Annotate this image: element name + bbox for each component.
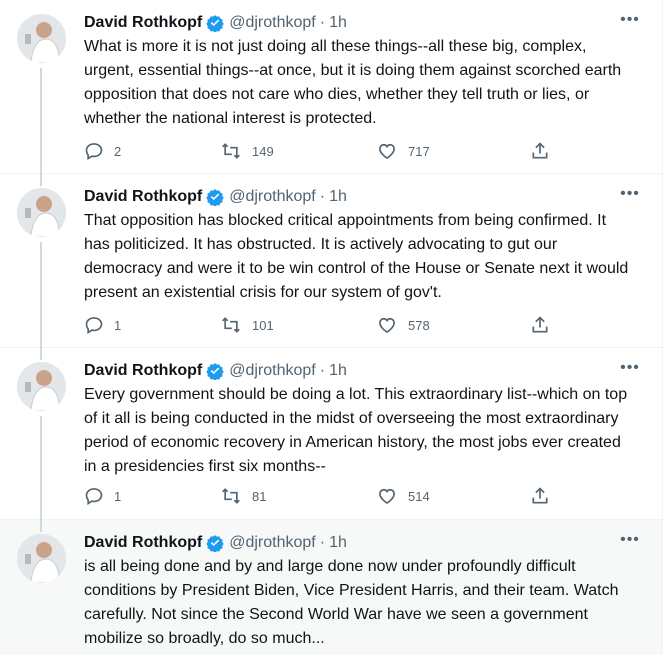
verified-badge-icon xyxy=(206,534,224,553)
author-name[interactable]: David Rothkopf xyxy=(84,188,202,206)
reply-count: 1 xyxy=(114,488,122,504)
like-button[interactable]: 514 xyxy=(376,483,430,509)
retweet-icon xyxy=(220,486,242,506)
timestamp[interactable]: 1h xyxy=(329,534,347,552)
thread-connector xyxy=(40,416,42,520)
reply-button[interactable]: 1 xyxy=(84,483,121,509)
tweet-header: David Rothkopf @djrothkopf · 1h xyxy=(84,186,642,208)
retweet-count: 101 xyxy=(252,317,274,333)
thread-connector xyxy=(40,520,42,532)
separator: · xyxy=(319,534,326,551)
tweet-header: David Rothkopf @djrothkopf · 1h xyxy=(84,532,642,554)
author-name[interactable]: David Rothkopf xyxy=(84,362,202,380)
author-avatar[interactable] xyxy=(17,362,66,411)
author-handle[interactable]: @djrothkopf xyxy=(229,534,316,552)
author-name[interactable]: David Rothkopf xyxy=(84,14,202,32)
thread-connector xyxy=(40,242,42,348)
retweet-icon xyxy=(220,315,242,335)
reply-icon xyxy=(84,141,104,161)
retweet-count: 149 xyxy=(252,143,274,159)
tweet-4[interactable]: David Rothkopf @djrothkopf · 1h ••• is a… xyxy=(0,520,662,655)
reply-icon xyxy=(84,486,104,506)
tweet-actions: 2 149 717 xyxy=(84,138,556,164)
retweet-icon xyxy=(220,141,242,161)
share-icon xyxy=(530,141,550,161)
share-button[interactable] xyxy=(530,483,550,509)
author-name[interactable]: David Rothkopf xyxy=(84,534,202,552)
author-handle[interactable]: @djrothkopf xyxy=(229,362,316,380)
more-options-icon[interactable]: ••• xyxy=(618,360,642,382)
reply-count: 2 xyxy=(114,143,122,159)
retweet-button[interactable]: 101 xyxy=(220,312,274,338)
heart-icon xyxy=(376,486,398,506)
author-avatar[interactable] xyxy=(17,188,66,237)
timestamp[interactable]: 1h xyxy=(329,188,347,206)
thread-connector xyxy=(40,348,42,360)
verified-badge-icon xyxy=(206,188,224,207)
like-count: 578 xyxy=(408,317,430,333)
share-icon xyxy=(530,315,550,335)
reply-button[interactable]: 1 xyxy=(84,312,121,338)
author-handle[interactable]: @djrothkopf xyxy=(229,14,316,32)
tweet-text: What is more it is not just doing all th… xyxy=(84,38,622,127)
tweet-actions: 1 101 578 xyxy=(84,312,556,338)
tweet-header: David Rothkopf @djrothkopf · 1h xyxy=(84,12,642,34)
like-button[interactable]: 578 xyxy=(376,312,430,338)
author-handle[interactable]: @djrothkopf xyxy=(229,188,316,206)
separator: · xyxy=(319,188,326,205)
retweet-count: 81 xyxy=(252,488,267,504)
verified-badge-icon xyxy=(206,14,224,33)
more-options-icon[interactable]: ••• xyxy=(618,186,642,208)
timestamp[interactable]: 1h xyxy=(329,14,347,32)
reply-count: 1 xyxy=(114,317,122,333)
heart-icon xyxy=(376,141,398,161)
thread-connector xyxy=(40,68,42,174)
tweet-text: is all being done and by and large done … xyxy=(84,558,619,647)
more-options-icon[interactable]: ••• xyxy=(618,532,642,554)
reply-button[interactable]: 2 xyxy=(84,138,121,164)
like-count: 717 xyxy=(408,143,430,159)
tweet-2[interactable]: David Rothkopf @djrothkopf · 1h ••• That… xyxy=(0,174,662,348)
tweet-3[interactable]: David Rothkopf @djrothkopf · 1h ••• Ever… xyxy=(0,348,662,520)
share-button[interactable] xyxy=(530,138,550,164)
verified-badge-icon xyxy=(206,362,224,381)
tweet-text: Every government should be doing a lot. … xyxy=(84,386,628,475)
share-icon xyxy=(530,486,550,506)
separator: · xyxy=(319,14,326,31)
more-options-icon[interactable]: ••• xyxy=(618,12,642,34)
retweet-button[interactable]: 149 xyxy=(220,138,274,164)
thread-connector xyxy=(40,174,42,186)
tweet-actions: 1 81 514 xyxy=(84,483,556,509)
tweet-1[interactable]: David Rothkopf @djrothkopf · 1h ••• What… xyxy=(0,0,662,174)
tweet-header: David Rothkopf @djrothkopf · 1h xyxy=(84,360,642,382)
tweet-thread: David Rothkopf @djrothkopf · 1h ••• What… xyxy=(0,0,663,655)
like-button[interactable]: 717 xyxy=(376,138,430,164)
author-avatar[interactable] xyxy=(17,14,66,63)
heart-icon xyxy=(376,315,398,335)
timestamp[interactable]: 1h xyxy=(329,362,347,380)
share-button[interactable] xyxy=(530,312,550,338)
separator: · xyxy=(319,362,326,379)
reply-icon xyxy=(84,315,104,335)
like-count: 514 xyxy=(408,488,430,504)
tweet-text: That opposition has blocked critical app… xyxy=(84,212,629,301)
author-avatar[interactable] xyxy=(17,534,66,583)
retweet-button[interactable]: 81 xyxy=(220,483,266,509)
